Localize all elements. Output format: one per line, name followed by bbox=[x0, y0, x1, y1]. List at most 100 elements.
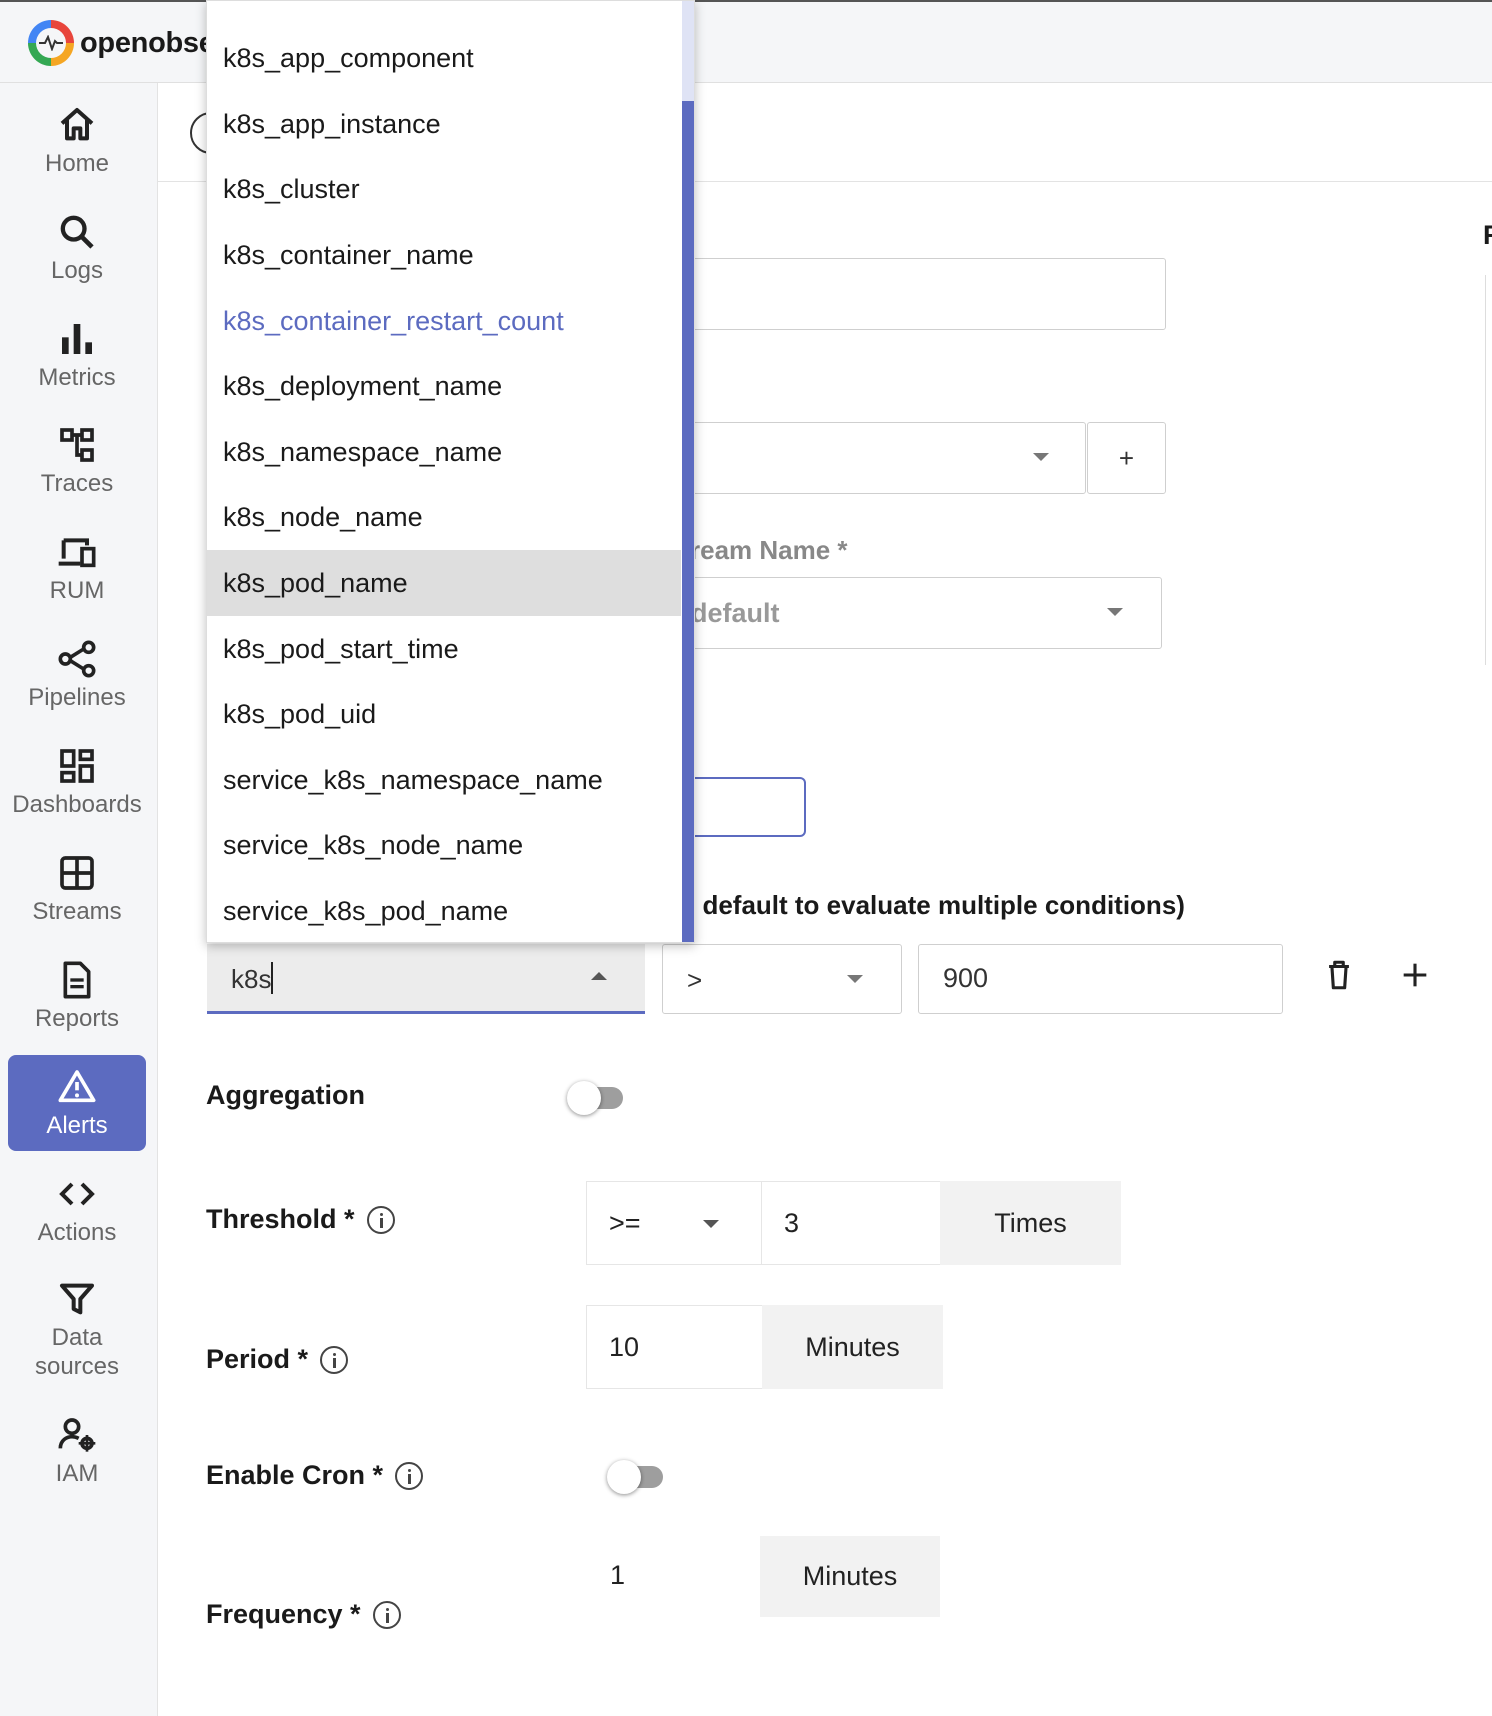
sidebar-item-label: Streams bbox=[32, 897, 122, 925]
search-icon bbox=[60, 215, 94, 249]
text-cursor bbox=[271, 962, 273, 994]
traces-icon bbox=[60, 427, 94, 462]
enable-cron-label-text: Enable Cron * bbox=[206, 1460, 384, 1490]
chevron-up-icon bbox=[591, 972, 607, 980]
period-value: 10 bbox=[609, 1331, 640, 1362]
threshold-label-text: Threshold * bbox=[206, 1204, 355, 1234]
period-unit: Minutes bbox=[762, 1305, 943, 1389]
sidebar-item-traces[interactable]: Traces bbox=[8, 413, 146, 509]
chevron-down-icon bbox=[703, 1220, 719, 1228]
dropdown-option[interactable]: k8s_pod_uid bbox=[207, 681, 681, 747]
enable-cron-label: Enable Cron * bbox=[206, 1460, 424, 1491]
aggregation-label: Aggregation bbox=[206, 1080, 365, 1111]
aggregation-toggle[interactable] bbox=[567, 1081, 625, 1115]
sidebar-item-label: Actions bbox=[37, 1218, 117, 1246]
period-value-input[interactable]: 10 bbox=[586, 1305, 763, 1389]
info-icon[interactable] bbox=[320, 1345, 349, 1374]
filter-icon bbox=[60, 1283, 94, 1315]
info-icon[interactable] bbox=[372, 1600, 401, 1629]
sidebar-item-label-line2: sources bbox=[34, 1353, 120, 1380]
chevron-down-icon bbox=[1107, 608, 1123, 616]
info-icon[interactable] bbox=[395, 1461, 424, 1490]
dropdown-scrollbar[interactable] bbox=[682, 1, 694, 942]
logo-text: openobse bbox=[80, 26, 215, 59]
sidebar-item-pipelines[interactable]: Pipelines bbox=[8, 627, 146, 723]
dropdown-option[interactable]: k8s_pod_start_time bbox=[207, 616, 681, 682]
sidebar-item-home[interactable]: Home bbox=[8, 93, 146, 189]
sidebar-item-dashboards[interactable]: Dashboards bbox=[8, 734, 146, 830]
devices-icon bbox=[58, 537, 96, 567]
conditions-hint: / default to evaluate multiple condition… bbox=[688, 890, 1185, 920]
sidebar-item-data-sources[interactable]: Data sources bbox=[8, 1270, 146, 1390]
frequency-label-text: Frequency * bbox=[206, 1599, 361, 1629]
stream-name-label: ream Name * bbox=[690, 535, 848, 565]
add-stream-button[interactable]: + bbox=[1087, 422, 1166, 494]
sidebar-item-metrics[interactable]: Metrics bbox=[8, 307, 146, 403]
bar-chart-icon bbox=[62, 323, 92, 354]
threshold-operator-select[interactable]: >= bbox=[586, 1181, 762, 1265]
chevron-down-icon bbox=[847, 975, 863, 983]
sidebar-item-label: Metrics bbox=[38, 363, 116, 391]
dropdown-option[interactable]: k8s_node_name bbox=[207, 484, 681, 550]
condition-value-input[interactable]: 900 bbox=[918, 944, 1283, 1014]
condition-value: 900 bbox=[943, 963, 989, 993]
dropdown-option[interactable]: k8s_app_component bbox=[207, 25, 681, 91]
frequency-unit: Minutes bbox=[760, 1536, 940, 1617]
alert-name-input[interactable] bbox=[680, 258, 1166, 330]
threshold-value-input[interactable]: 3 bbox=[761, 1181, 941, 1265]
threshold-value: 3 bbox=[784, 1207, 800, 1238]
sidebar-item-label: Reports bbox=[34, 1004, 120, 1032]
stream-type-select[interactable] bbox=[680, 422, 1086, 494]
document-icon bbox=[63, 961, 91, 998]
user-settings-icon bbox=[58, 1417, 96, 1452]
toggle-knob bbox=[607, 1460, 641, 1494]
sidebar-item-label: Dashboards bbox=[12, 790, 142, 818]
share-icon bbox=[58, 640, 96, 677]
dropdown-scrollbar-thumb[interactable] bbox=[682, 1, 694, 101]
dropdown-option[interactable]: k8s_app_instance bbox=[207, 91, 681, 157]
app-logo[interactable]: openobse bbox=[28, 20, 215, 66]
dropdown-option[interactable]: service_k8s_namespace_name bbox=[207, 747, 681, 813]
sidebar-item-label: Pipelines bbox=[28, 683, 126, 711]
sidebar-item-alerts[interactable]: Alerts bbox=[8, 1055, 146, 1151]
right-panel-title: F bbox=[1483, 220, 1492, 250]
warning-icon bbox=[58, 1069, 96, 1102]
frequency-value-input[interactable]: 1 bbox=[610, 1560, 625, 1591]
stream-name-select[interactable]: default bbox=[680, 577, 1162, 649]
sidebar-item-actions[interactable]: Actions bbox=[8, 1162, 146, 1258]
sidebar-item-label: Home bbox=[44, 149, 110, 177]
dropdown-option[interactable]: service_k8s_pod_name bbox=[207, 878, 681, 942]
sidebar-item-reports[interactable]: Reports bbox=[8, 948, 146, 1044]
sidebar-item-label: RUM bbox=[49, 576, 105, 604]
conditions-tab[interactable] bbox=[680, 777, 806, 837]
sidebar-item-label: Traces bbox=[40, 469, 114, 497]
sidebar-item-streams[interactable]: Streams bbox=[8, 841, 146, 937]
sidebar-item-rum[interactable]: RUM bbox=[8, 520, 146, 616]
period-label-text: Period * bbox=[206, 1344, 309, 1374]
sidebar-item-label: Alerts bbox=[46, 1111, 108, 1139]
dropdown-option[interactable]: k8s_namespace_name bbox=[207, 419, 681, 485]
dropdown-option[interactable]: k8s_container_name bbox=[207, 222, 681, 288]
enable-cron-toggle[interactable] bbox=[607, 1460, 665, 1494]
period-label: Period * bbox=[206, 1344, 349, 1375]
dropdown-option[interactable]: k8s_deployment_name bbox=[207, 353, 681, 419]
condition-operator-select[interactable]: > bbox=[662, 944, 902, 1014]
code-icon bbox=[59, 1182, 95, 1205]
condition-column-input[interactable]: k8s bbox=[207, 944, 645, 1014]
dropdown-option[interactable]: k8s_cluster bbox=[207, 156, 681, 222]
condition-column-value: k8s bbox=[231, 964, 272, 994]
sidebar-item-label: Logs bbox=[50, 256, 104, 284]
dropdown-option-highlighted[interactable]: k8s_pod_name bbox=[207, 550, 681, 616]
sidebar-item-iam[interactable]: IAM bbox=[8, 1403, 146, 1499]
delete-icon[interactable] bbox=[1322, 958, 1356, 992]
chevron-down-icon bbox=[1033, 453, 1049, 461]
frequency-label: Frequency * bbox=[206, 1599, 401, 1630]
info-icon[interactable] bbox=[366, 1205, 395, 1234]
dropdown-option[interactable]: service_k8s_node_name bbox=[207, 812, 681, 878]
home-icon bbox=[60, 107, 94, 140]
sidebar-item-label-line1: Data bbox=[51, 1324, 103, 1351]
sidebar-item-logs[interactable]: Logs bbox=[8, 200, 146, 296]
dropdown-option-selected[interactable]: k8s_container_restart_count bbox=[207, 288, 681, 354]
dashboard-icon bbox=[60, 748, 94, 783]
add-condition-icon[interactable] bbox=[1398, 958, 1432, 992]
